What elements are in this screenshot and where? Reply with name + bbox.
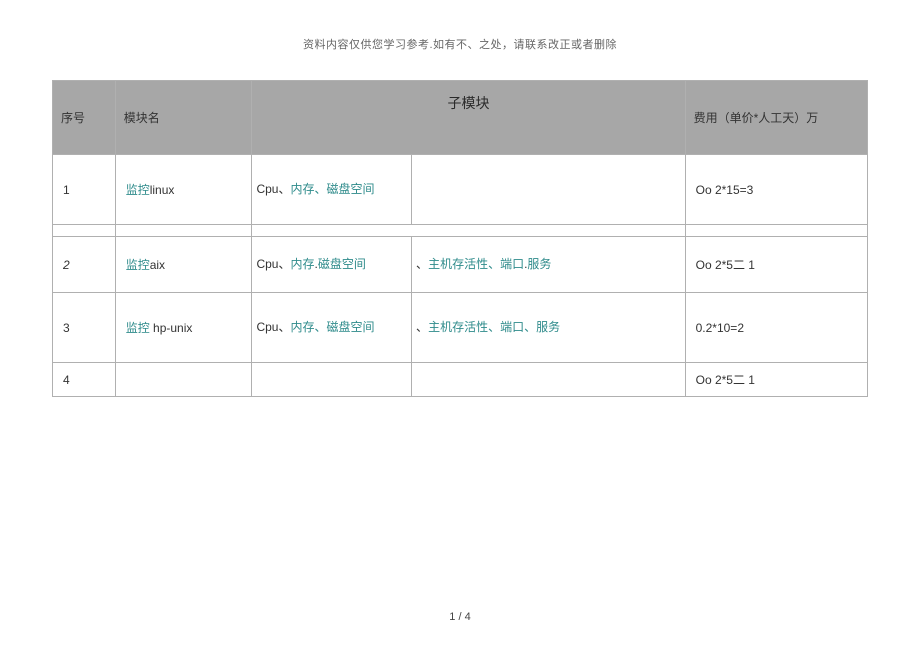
name-black: linux — [150, 183, 175, 197]
spacer-cell — [53, 225, 116, 237]
cell-name: 监控 hp-unix — [115, 293, 252, 363]
cell-fee: Oo 2*5二 1 — [685, 237, 867, 293]
header-fee: 费用（单价*人工天）万 — [685, 81, 867, 155]
cell-fee: 0.2*10=2 — [685, 293, 867, 363]
table-row: 1 监控linux Cpu、内存、磁盘空间 Oo 2*15=3 — [53, 155, 868, 225]
cell-fee: Oo 2*5二 1 — [685, 363, 867, 397]
sub2-pre: 、 — [416, 320, 428, 334]
name-teal: 监控 — [126, 183, 150, 197]
cell-sub2: 、主机存活性、端口、服务 — [412, 293, 686, 363]
cell-sub1: Cpu、内存、磁盘空间 — [252, 293, 412, 363]
cell-sub2 — [412, 363, 686, 397]
sub2-pre: 、 — [416, 257, 428, 271]
table-row-spacer — [53, 225, 868, 237]
cell-name — [115, 363, 252, 397]
sub1-pre: Cpu、 — [256, 320, 290, 334]
cell-sub1: Cpu、内存.磁盘空间 — [252, 237, 412, 293]
page-number: 1 / 4 — [0, 611, 920, 623]
spacer-cell — [252, 225, 685, 237]
cell-sub2 — [412, 155, 686, 225]
spacer-cell — [115, 225, 252, 237]
table-row: 3 监控 hp-unix Cpu、内存、磁盘空间 、主机存活性、端口、服务 0.… — [53, 293, 868, 363]
sub2-teal2: 服务 — [527, 257, 551, 271]
header-sub: 子模块 — [252, 81, 685, 155]
sub1-teal1: 内存 — [290, 257, 314, 271]
cell-seq: 2 — [53, 237, 116, 293]
cell-sub1 — [252, 363, 412, 397]
spacer-cell — [685, 225, 867, 237]
sub2-teal: 主机存活性、端口、服务 — [428, 320, 560, 334]
page-disclaimer: 资料内容仅供您学习参考.如有不、之处，请联系改正或者删除 — [0, 0, 920, 80]
header-name: 模块名 — [115, 81, 252, 155]
cell-name: 监控linux — [115, 155, 252, 225]
cell-seq: 4 — [53, 363, 116, 397]
sub2-teal1: 主机存活性、端口 — [428, 257, 524, 271]
name-black: aix — [150, 258, 165, 272]
sub1-teal: 内存、磁盘空间 — [290, 320, 374, 334]
cell-seq: 1 — [53, 155, 116, 225]
cell-sub2: 、主机存活性、端口.服务 — [412, 237, 686, 293]
cell-seq: 3 — [53, 293, 116, 363]
name-teal: 监控 — [126, 258, 150, 272]
sub1-teal: 内存、磁盘空间 — [290, 182, 374, 196]
table-row: 2 监控aix Cpu、内存.磁盘空间 、主机存活性、端口.服务 Oo 2*5二… — [53, 237, 868, 293]
header-row: 序号 模块名 子模块 费用（单价*人工天）万 — [53, 81, 868, 155]
module-table: 序号 模块名 子模块 费用（单价*人工天）万 1 监控linux Cpu、内存、… — [52, 80, 868, 397]
header-seq: 序号 — [53, 81, 116, 155]
cell-name: 监控aix — [115, 237, 252, 293]
sub1-pre: Cpu、 — [256, 257, 290, 271]
sub1-pre: Cpu、 — [256, 182, 290, 196]
cell-sub1: Cpu、内存、磁盘空间 — [252, 155, 412, 225]
sub1-teal2: 磁盘空间 — [318, 257, 366, 271]
cell-fee: Oo 2*15=3 — [685, 155, 867, 225]
table-row: 4 Oo 2*5二 1 — [53, 363, 868, 397]
table-container: 序号 模块名 子模块 费用（单价*人工天）万 1 监控linux Cpu、内存、… — [0, 80, 920, 397]
name-black: hp-unix — [150, 321, 193, 335]
name-teal: 监控 — [126, 321, 150, 335]
